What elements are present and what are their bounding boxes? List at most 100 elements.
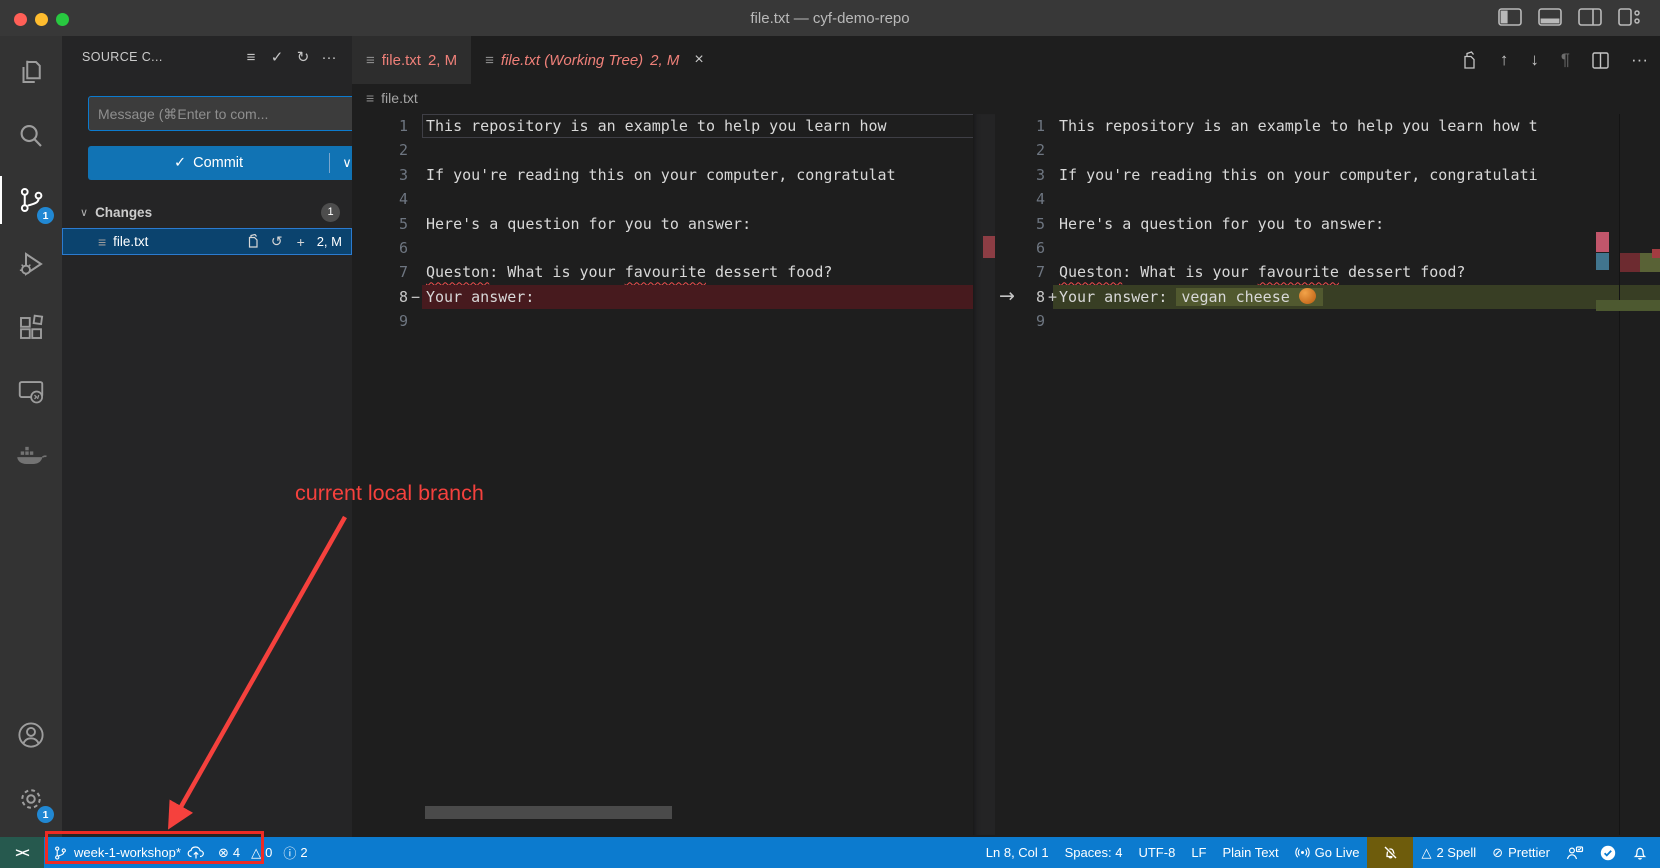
line-number: 1: [995, 114, 1045, 138]
close-tab-icon[interactable]: ×: [694, 51, 703, 69]
cursor-position-item[interactable]: Ln 8, Col 1: [978, 837, 1057, 868]
accounts-icon[interactable]: [0, 703, 62, 767]
encoding-item[interactable]: UTF-8: [1130, 837, 1183, 868]
close-window-button[interactable]: [14, 13, 27, 26]
extension-status-item[interactable]: [1592, 837, 1624, 868]
code-line-left-4[interactable]: 4: [352, 187, 995, 211]
code-line-right-2[interactable]: 2: [995, 138, 1660, 162]
code-text: Queston: What is your favourite dessert …: [1053, 260, 1660, 284]
feedback-item[interactable]: [1558, 837, 1592, 868]
code-line-right-5[interactable]: 5Here's a question for you to answer:: [995, 212, 1660, 236]
code-text: [1053, 309, 1660, 333]
code-line-right-9[interactable]: 9: [995, 309, 1660, 333]
warnings-icon: △: [251, 845, 261, 861]
feedback-person-icon: [1566, 845, 1584, 861]
code-line-right-3[interactable]: 3If you're reading this on your computer…: [995, 163, 1660, 187]
run-debug-icon[interactable]: [0, 232, 62, 296]
next-change-icon[interactable]: ↓: [1530, 50, 1539, 70]
customize-layout-icon[interactable]: [1618, 8, 1642, 26]
remote-indicator[interactable]: ><: [0, 837, 44, 868]
overview-error-tick: [1652, 249, 1660, 258]
remote-explorer-icon[interactable]: [0, 360, 62, 424]
tab-file-txt[interactable]: ≡ file.txt 2, M: [352, 36, 471, 84]
line-number: 2: [995, 138, 1045, 162]
overview-info-marker: [1596, 253, 1609, 270]
chevron-down-icon: ∨: [80, 206, 88, 219]
open-file-icon[interactable]: [241, 234, 265, 250]
indentation-item[interactable]: Spaces: 4: [1057, 837, 1131, 868]
code-line-left-9[interactable]: 9: [352, 309, 995, 333]
changes-section-header[interactable]: ∨ Changes 1: [62, 200, 352, 224]
code-line-left-3[interactable]: 3If you're reading this on your computer…: [352, 163, 995, 187]
toggle-secondary-sidebar-icon[interactable]: [1578, 8, 1602, 26]
toggle-panel-icon[interactable]: [1538, 8, 1562, 26]
commit-message-input[interactable]: [88, 96, 364, 131]
file-status-badge: 2, M: [317, 234, 342, 249]
code-line-left-6[interactable]: 6: [352, 236, 995, 260]
stage-changes-icon[interactable]: +: [289, 234, 313, 250]
refresh-icon[interactable]: ↻: [290, 48, 316, 66]
previous-change-icon[interactable]: ↑: [1500, 50, 1509, 70]
language-mode-item[interactable]: Plain Text: [1214, 837, 1286, 868]
tab-file-txt-working-tree[interactable]: ≡ file.txt (Working Tree) 2, M ×: [471, 36, 718, 84]
changed-file-name: file.txt: [113, 234, 241, 249]
notifications-item[interactable]: [1624, 837, 1660, 868]
explorer-icon[interactable]: [0, 40, 62, 104]
check-circle-icon: [1600, 845, 1616, 861]
discard-changes-icon[interactable]: ↺: [265, 233, 289, 250]
misspelled-word: favourite: [625, 263, 706, 281]
search-icon[interactable]: [0, 104, 62, 168]
commit-button[interactable]: ✓Commit ∨: [88, 146, 364, 180]
source-control-icon[interactable]: 1: [0, 168, 62, 232]
more-actions-icon[interactable]: ···: [1631, 50, 1648, 70]
settings-gear-icon[interactable]: 1: [0, 767, 62, 831]
code-line-right-6[interactable]: 6: [995, 236, 1660, 260]
line-number: 6: [352, 236, 408, 260]
line-number: 9: [995, 309, 1045, 333]
minimize-window-button[interactable]: [35, 13, 48, 26]
status-bar: >< week-1-workshop* ⊗ 4 △ 0 ⓘ 2 Ln 8, Co…: [0, 837, 1660, 868]
broadcast-icon: [1295, 845, 1310, 860]
errors-icon: ⊗: [218, 845, 229, 861]
breadcrumb[interactable]: ≡ file.txt: [352, 84, 1660, 112]
code-line-left-2[interactable]: 2: [352, 138, 995, 162]
spell-checker-item[interactable]: △ 2 Spell: [1413, 837, 1484, 868]
muted-notifications-item[interactable]: [1367, 837, 1413, 868]
changed-file-row[interactable]: ≡ file.txt ↺ + 2, M: [62, 228, 352, 255]
toggle-whitespace-icon[interactable]: ¶: [1561, 50, 1570, 70]
code-line-left-8[interactable]: 8−Your answer:: [352, 285, 995, 309]
code-line-right-4[interactable]: 4: [995, 187, 1660, 211]
settings-badge: 1: [37, 806, 54, 823]
code-text: This repository is an example to help yo…: [422, 114, 995, 138]
line-number: 2: [352, 138, 408, 162]
eol-item[interactable]: LF: [1183, 837, 1214, 868]
code-line-right-8[interactable]: 8+Your answer: vegan cheese 🥧: [995, 285, 1660, 309]
changes-count-badge: 1: [321, 203, 340, 222]
toggle-primary-sidebar-icon[interactable]: [1498, 8, 1522, 26]
tab-status: 2, M: [428, 52, 457, 69]
code-line-right-1[interactable]: 1 This repository is an example to help y…: [995, 114, 1660, 138]
more-actions-icon[interactable]: ···: [316, 49, 342, 66]
code-line-left-7[interactable]: 7Queston: What is your favourite dessert…: [352, 260, 995, 284]
code-line-right-7[interactable]: 7Queston: What is your favourite dessert…: [995, 260, 1660, 284]
code-line-left-1[interactable]: 1This repository is an example to help y…: [352, 114, 995, 138]
code-text: This repository is an example to help yo…: [1053, 114, 1660, 138]
go-live-item[interactable]: Go Live: [1287, 837, 1368, 868]
left-pane-horizontal-scrollbar[interactable]: [425, 806, 672, 819]
extensions-icon[interactable]: [0, 296, 62, 360]
remote-icon: ><: [15, 845, 28, 860]
errors-count: 4: [233, 845, 240, 860]
open-changes-icon[interactable]: [1460, 51, 1478, 70]
code-text: [422, 138, 995, 162]
docker-icon[interactable]: [0, 424, 62, 488]
left-pane-scrollbar[interactable]: [973, 114, 995, 835]
split-editor-icon[interactable]: [1592, 52, 1609, 69]
zoom-window-button[interactable]: [56, 13, 69, 26]
code-line-left-5[interactable]: 5Here's a question for you to answer:: [352, 212, 995, 236]
branch-status-item[interactable]: week-1-workshop*: [47, 837, 211, 868]
file-icon: ≡: [485, 52, 494, 69]
view-as-list-icon[interactable]: ≡: [238, 49, 264, 66]
problems-status-item[interactable]: ⊗ 4 △ 0 ⓘ 2: [211, 837, 322, 868]
commit-check-icon[interactable]: ✓: [264, 48, 290, 66]
prettier-item[interactable]: ⊘ Prettier: [1484, 837, 1558, 868]
